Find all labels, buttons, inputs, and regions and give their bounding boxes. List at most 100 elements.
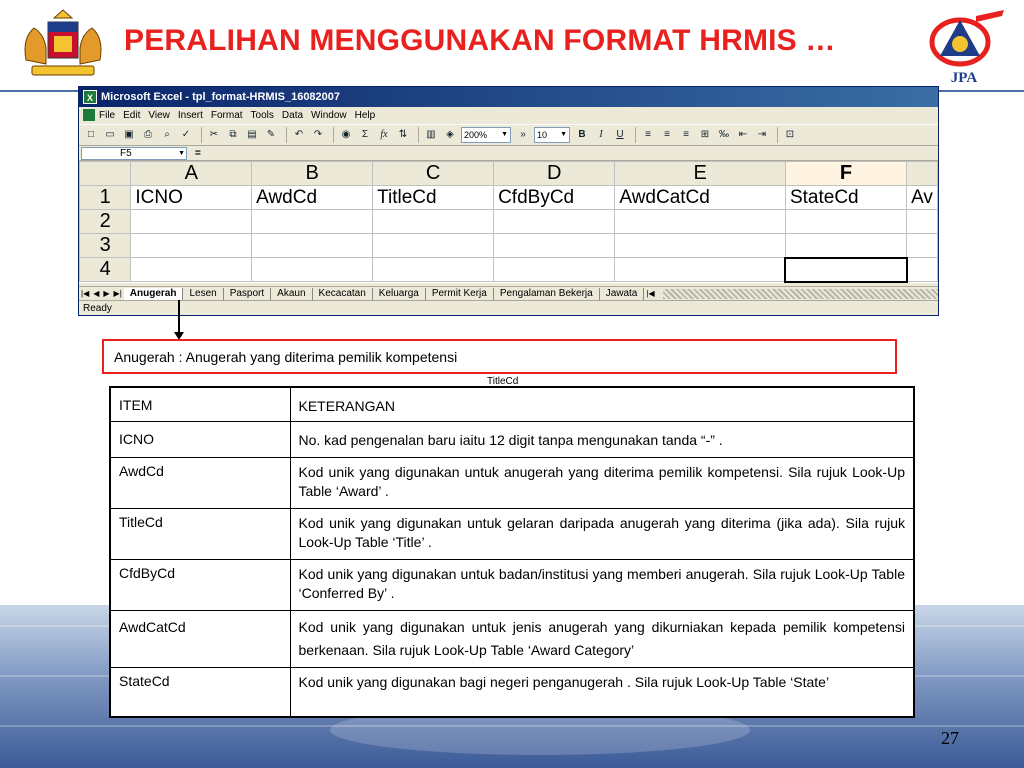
- row-header[interactable]: 3: [79, 233, 132, 258]
- menu-data[interactable]: Data: [282, 107, 303, 124]
- chart-wizard-icon[interactable]: ▥: [423, 127, 439, 143]
- cut-icon[interactable]: ✂: [206, 127, 222, 143]
- sheet-tab-anugerah[interactable]: Anugerah: [123, 287, 184, 300]
- cell[interactable]: [372, 209, 495, 234]
- new-file-icon[interactable]: □: [83, 127, 99, 143]
- menu-edit[interactable]: Edit: [123, 107, 140, 124]
- cell[interactable]: [130, 257, 253, 282]
- drawing-icon[interactable]: ◈: [442, 127, 458, 143]
- cell[interactable]: AwdCd: [251, 185, 374, 210]
- redo-icon[interactable]: ↷: [310, 127, 326, 143]
- undo-icon[interactable]: ↶: [291, 127, 307, 143]
- select-all-corner[interactable]: [79, 161, 132, 186]
- first-sheet-icon[interactable]: |◀: [81, 289, 89, 298]
- column-header[interactable]: B: [251, 161, 374, 186]
- cell[interactable]: CfdByCd: [493, 185, 616, 210]
- sheet-tab-akaun[interactable]: Akaun: [271, 287, 313, 300]
- save-icon[interactable]: ▣: [121, 127, 137, 143]
- last-sheet-icon[interactable]: ▶|: [114, 289, 122, 298]
- spellcheck-icon[interactable]: ✓: [178, 127, 194, 143]
- hyperlink-icon[interactable]: ◉: [338, 127, 354, 143]
- name-box[interactable]: F5 ▼: [81, 146, 187, 160]
- name-box-dropdown-icon[interactable]: ▼: [178, 148, 185, 159]
- italic-button[interactable]: I: [593, 127, 609, 143]
- zoom-select[interactable]: 200% ▼: [461, 127, 511, 143]
- sheet-tab-permit-kerja[interactable]: Permit Kerja: [426, 287, 494, 300]
- sheet-tab-kecacatan[interactable]: Kecacatan: [313, 287, 373, 300]
- sheet-tab-pengalaman-bekerja[interactable]: Pengalaman Bekerja: [494, 287, 600, 300]
- menu-view[interactable]: View: [148, 107, 170, 124]
- underline-button[interactable]: U: [612, 127, 628, 143]
- align-center-icon[interactable]: ≡: [659, 127, 675, 143]
- status-bar: Ready: [79, 300, 938, 315]
- paste-icon[interactable]: ▤: [244, 127, 260, 143]
- menu-help[interactable]: Help: [355, 107, 376, 124]
- column-header-selected[interactable]: F: [784, 161, 908, 186]
- cell[interactable]: ICNO: [130, 185, 253, 210]
- cell[interactable]: [784, 233, 908, 258]
- comma-style-icon[interactable]: ‰: [716, 127, 732, 143]
- cell[interactable]: [372, 257, 495, 282]
- bold-button[interactable]: B: [574, 127, 590, 143]
- cell[interactable]: [493, 257, 616, 282]
- column-header[interactable]: A: [130, 161, 253, 186]
- prev-sheet-icon[interactable]: ◀: [93, 289, 99, 298]
- row-header[interactable]: 2: [79, 209, 132, 234]
- sort-ascending-icon[interactable]: ⇅: [395, 127, 411, 143]
- column-header[interactable]: C: [372, 161, 495, 186]
- cell[interactable]: [372, 233, 495, 258]
- menu-tools[interactable]: Tools: [251, 107, 274, 124]
- column-header[interactable]: E: [614, 161, 786, 186]
- format-painter-icon[interactable]: ✎: [263, 127, 279, 143]
- sheet-tab-lesen[interactable]: Lesen: [183, 287, 224, 300]
- copy-icon[interactable]: ⧉: [225, 127, 241, 143]
- cell[interactable]: [251, 257, 374, 282]
- cell[interactable]: [251, 209, 374, 234]
- cell[interactable]: [130, 209, 253, 234]
- cell[interactable]: [906, 209, 938, 234]
- cell[interactable]: TitleCd: [372, 185, 495, 210]
- merge-center-icon[interactable]: ⊞: [697, 127, 713, 143]
- print-icon[interactable]: ⎙: [140, 127, 156, 143]
- toolbar-options-icon[interactable]: »: [515, 127, 531, 143]
- font-size-value: 10: [537, 130, 548, 140]
- row-header[interactable]: 1: [79, 185, 132, 210]
- cell selected-cell[interactable]: [784, 256, 908, 283]
- font-size-select[interactable]: 10 ▼: [534, 127, 570, 143]
- cell[interactable]: [614, 209, 786, 234]
- cell[interactable]: StateCd: [784, 185, 908, 210]
- align-right-icon[interactable]: ≡: [678, 127, 694, 143]
- function-icon[interactable]: fx: [376, 127, 392, 143]
- sheet-tab-pasport[interactable]: Pasport: [224, 287, 272, 300]
- print-preview-icon[interactable]: ⌕: [159, 127, 175, 143]
- tab-split-icon[interactable]: |◀: [646, 289, 654, 298]
- increase-indent-icon[interactable]: ⇥: [754, 127, 770, 143]
- cell[interactable]: [906, 257, 938, 282]
- menu-window[interactable]: Window: [311, 107, 347, 124]
- cell[interactable]: [906, 233, 938, 258]
- column-header-partial[interactable]: [906, 161, 938, 186]
- sheet-tab-jawatan[interactable]: Jawata: [600, 287, 645, 300]
- sheet-tab-keluarga[interactable]: Keluarga: [373, 287, 426, 300]
- next-sheet-icon[interactable]: ▶: [103, 289, 109, 298]
- cell[interactable]: AwdCatCd: [614, 185, 786, 210]
- autosum-icon[interactable]: Σ: [357, 127, 373, 143]
- row-header[interactable]: 4: [79, 257, 132, 282]
- menu-file[interactable]: File: [99, 107, 115, 124]
- decrease-indent-icon[interactable]: ⇤: [735, 127, 751, 143]
- horizontal-scrollbar[interactable]: [662, 288, 938, 299]
- menu-insert[interactable]: Insert: [178, 107, 203, 124]
- column-header[interactable]: D: [493, 161, 616, 186]
- cell[interactable]: [493, 209, 616, 234]
- cell[interactable]: [251, 233, 374, 258]
- cell[interactable]: [614, 233, 786, 258]
- open-folder-icon[interactable]: ▭: [102, 127, 118, 143]
- menu-format[interactable]: Format: [211, 107, 243, 124]
- cell[interactable]: [784, 209, 908, 234]
- borders-icon[interactable]: ⊡: [782, 127, 798, 143]
- cell[interactable]: [130, 233, 253, 258]
- cell[interactable]: Av: [906, 185, 938, 210]
- align-left-icon[interactable]: ≡: [640, 127, 656, 143]
- cell[interactable]: [493, 233, 616, 258]
- cell[interactable]: [614, 257, 786, 282]
